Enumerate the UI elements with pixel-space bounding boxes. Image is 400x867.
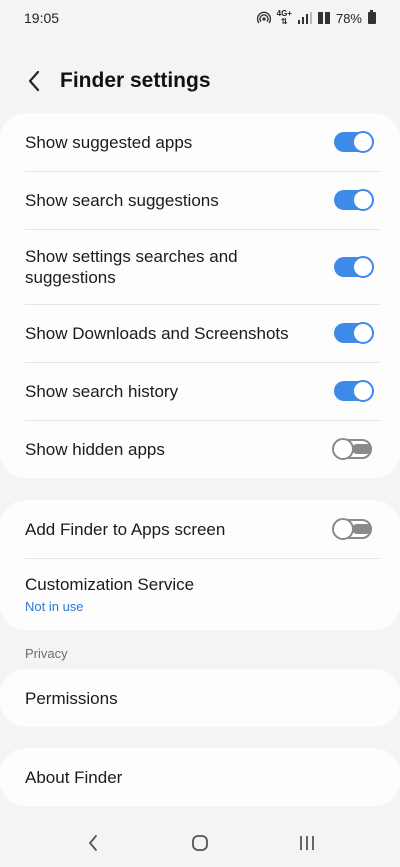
toggle-switch[interactable] xyxy=(334,322,374,344)
privacy-card: Permissions xyxy=(0,669,400,727)
setting-label: Show settings searches and suggestions xyxy=(25,246,238,287)
status-time: 19:05 xyxy=(24,10,60,26)
signal-icon-2 xyxy=(317,12,330,24)
status-bar: 19:05 4G+ ⇅ 78% xyxy=(0,0,400,36)
back-nav-icon xyxy=(89,835,98,851)
toggle-switch[interactable] xyxy=(334,131,374,153)
chevron-left-icon xyxy=(28,70,40,92)
setting-status: Not in use xyxy=(25,599,84,614)
finder-options-card: Add Finder to Apps screen Customization … xyxy=(0,500,400,630)
setting-label: Show search suggestions xyxy=(25,190,219,210)
nav-home-button[interactable] xyxy=(170,823,230,863)
setting-label: Customization Service xyxy=(25,575,195,594)
page-title: Finder settings xyxy=(60,69,211,92)
setting-show-settings-searches[interactable]: Show settings searches and suggestions xyxy=(0,229,400,304)
setting-show-suggested-apps[interactable]: Show suggested apps xyxy=(0,113,400,171)
settings-card: Show suggested apps Show search suggesti… xyxy=(0,113,400,478)
toggle-switch[interactable] xyxy=(332,438,372,460)
signal-icon xyxy=(297,12,312,24)
setting-label: About Finder xyxy=(25,767,123,787)
section-label-privacy: Privacy xyxy=(25,646,68,661)
recents-nav-icon xyxy=(299,836,314,850)
setting-show-hidden-apps[interactable]: Show hidden apps xyxy=(0,420,400,478)
setting-show-downloads-screenshots[interactable]: Show Downloads and Screenshots xyxy=(0,304,400,362)
setting-customization-service[interactable]: Customization Service Not in use xyxy=(0,558,400,630)
about-card: About Finder xyxy=(0,748,400,806)
toggle-switch[interactable] xyxy=(334,189,374,211)
hotspot-icon xyxy=(256,11,271,25)
setting-label: Show suggested apps xyxy=(25,132,193,152)
toggle-switch[interactable] xyxy=(334,380,374,402)
setting-show-search-history[interactable]: Show search history xyxy=(0,362,400,420)
status-icons: 4G+ ⇅ 78% xyxy=(256,9,376,26)
battery-percent: 78% xyxy=(335,10,362,26)
nav-recents-button[interactable] xyxy=(277,823,337,863)
setting-show-search-suggestions[interactable]: Show search suggestions xyxy=(0,171,400,229)
setting-label: Show search history xyxy=(25,381,179,401)
toggle-switch[interactable] xyxy=(334,255,374,278)
header: Finder settings xyxy=(0,60,400,102)
network-type: 4G+ ⇅ xyxy=(276,9,292,26)
toggle-switch[interactable] xyxy=(332,518,372,540)
setting-label: Add Finder to Apps screen xyxy=(25,519,226,539)
home-nav-icon xyxy=(192,835,208,851)
setting-label: Show Downloads and Screenshots xyxy=(25,323,289,343)
setting-label: Permissions xyxy=(25,688,118,708)
nav-back-button[interactable] xyxy=(63,823,123,863)
setting-label: Show hidden apps xyxy=(25,439,165,459)
setting-about-finder[interactable]: About Finder xyxy=(0,748,400,806)
battery-icon xyxy=(368,10,376,24)
back-button[interactable] xyxy=(12,60,56,102)
setting-add-finder-to-apps[interactable]: Add Finder to Apps screen xyxy=(0,500,400,558)
setting-permissions[interactable]: Permissions xyxy=(0,669,400,727)
navigation-bar xyxy=(0,819,400,867)
